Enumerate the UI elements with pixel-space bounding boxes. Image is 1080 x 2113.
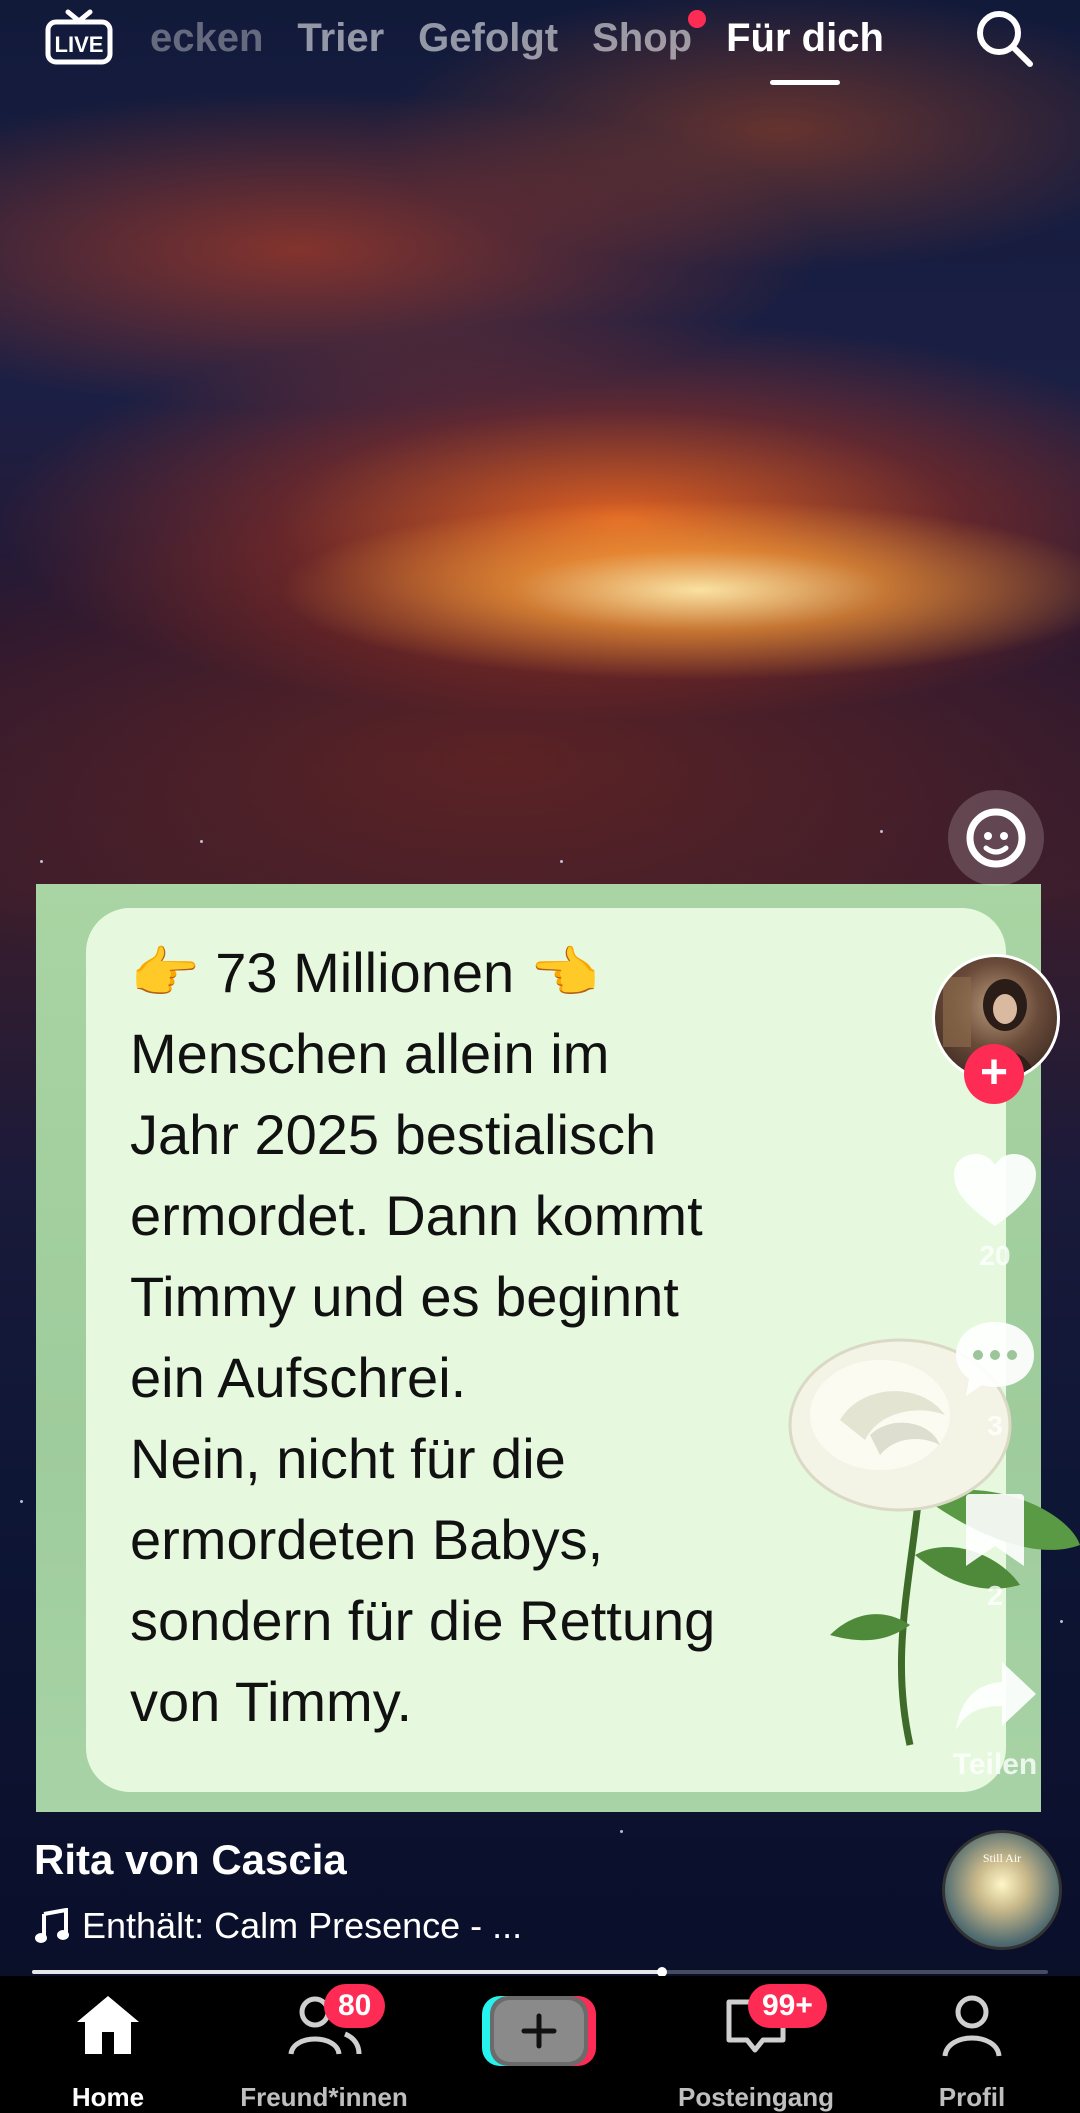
- tab-entdecken[interactable]: ecken: [150, 16, 263, 61]
- tab-fuer-dich[interactable]: Für dich: [726, 15, 884, 85]
- bookmark-icon: [966, 1494, 1024, 1566]
- comment-button[interactable]: [952, 1316, 1038, 1407]
- nav-friends-label: Freund*innen: [240, 2082, 408, 2112]
- music-info[interactable]: Enthält: Calm Presence - ...: [34, 1905, 522, 1947]
- disc-label: Still Air: [982, 1851, 1022, 1865]
- post-text-line: 👉 73 Millionen 👈: [130, 941, 600, 1004]
- nav-profile-label: Profil: [938, 2082, 1006, 2112]
- smile-face-icon: [966, 808, 1026, 868]
- home-icon: [77, 1996, 139, 2054]
- tab-trier[interactable]: Trier: [297, 16, 384, 61]
- tab-shop-label: Shop: [592, 15, 693, 60]
- heart-icon: [954, 1154, 1036, 1226]
- post-text-line: Menschen allein im: [130, 1022, 610, 1085]
- like-count: 20: [979, 1240, 1011, 1271]
- accessibility-button[interactable]: [948, 790, 1044, 886]
- svg-text:LIVE: LIVE: [55, 32, 104, 57]
- follow-button[interactable]: +: [964, 1044, 1024, 1104]
- post-text-line: sondern für die Rettung: [130, 1589, 716, 1652]
- search-button[interactable]: [972, 6, 1036, 70]
- notification-dot: [688, 9, 707, 28]
- author-name[interactable]: Rita von Cascia: [34, 1836, 347, 1884]
- friends-badge: 80: [324, 1984, 386, 2028]
- top-navigation: LIVE ecken Trier Gefolgt Shop Für dich: [0, 0, 1080, 100]
- feed-tabs: ecken Trier Gefolgt Shop Für dich: [150, 8, 884, 85]
- live-tv-icon: LIVE: [45, 9, 113, 65]
- post-text-line: ein Aufschrei.: [130, 1346, 467, 1409]
- live-button[interactable]: LIVE: [44, 8, 114, 66]
- nav-inbox-label: Posteingang: [677, 2082, 834, 2112]
- post-text-line: ermordeten Babys,: [130, 1508, 604, 1571]
- share-arrow-icon: [956, 1662, 1036, 1730]
- save-count: 2: [987, 1580, 1003, 1611]
- nav-home[interactable]: Home: [8, 1990, 208, 2112]
- profile-icon: [942, 1995, 1002, 2057]
- inbox-badge: 99+: [748, 1984, 827, 2028]
- tab-gefolgt[interactable]: Gefolgt: [418, 16, 558, 61]
- like-button[interactable]: [950, 1150, 1040, 1235]
- save-button[interactable]: [962, 1490, 1028, 1575]
- video-progress-bar[interactable]: [32, 1967, 1048, 1977]
- post-text-line: Timmy und es beginnt: [130, 1265, 679, 1328]
- comment-bubble-icon: [956, 1322, 1034, 1396]
- post-text-line: Nein, nicht für die: [130, 1427, 566, 1490]
- comment-count: 3: [987, 1410, 1003, 1441]
- share-label: Teilen: [952, 1748, 1038, 1781]
- post-text-line: Jahr 2025 bestialisch: [130, 1103, 657, 1166]
- create-button[interactable]: [480, 1992, 598, 2070]
- bottom-navigation: Home Freund*innen 80 Posteingang 99+ Pro…: [0, 1976, 1080, 2112]
- progress-fill: [32, 1970, 662, 1974]
- music-note-icon: [35, 1908, 69, 1943]
- active-tab-indicator: [770, 79, 840, 85]
- tab-shop[interactable]: Shop: [592, 9, 707, 61]
- nav-home-label: Home: [71, 2082, 145, 2112]
- plus-icon: [482, 1996, 596, 2066]
- music-title: Enthält: Calm Presence - ...: [82, 1905, 523, 1946]
- search-icon: [977, 11, 1033, 67]
- post-text-line: ermordet. Dann kommt: [130, 1184, 703, 1247]
- nav-profile[interactable]: Profil: [872, 1990, 1072, 2112]
- nav-inbox[interactable]: Posteingang 99+: [656, 1984, 856, 2112]
- tab-fuer-dich-label: Für dich: [726, 15, 884, 60]
- share-button[interactable]: [952, 1656, 1040, 1741]
- nav-friends[interactable]: Freund*innen 80: [224, 1984, 424, 2112]
- post-text-line: von Timmy.: [130, 1670, 413, 1733]
- music-disc[interactable]: Still Air: [942, 1830, 1062, 1950]
